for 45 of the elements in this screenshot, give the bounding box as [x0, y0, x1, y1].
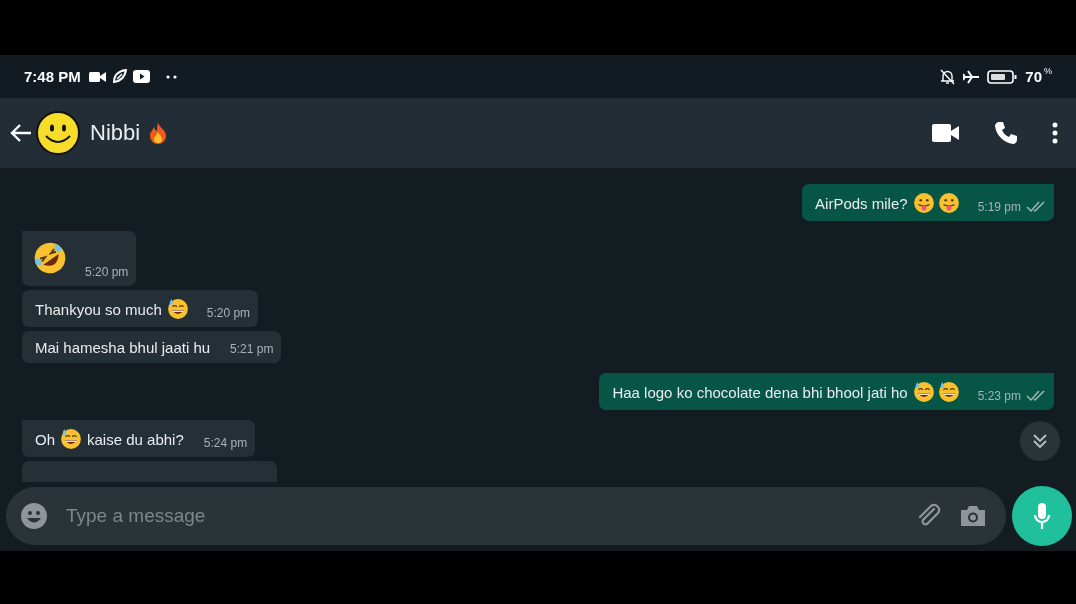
message-time: 5:19 pm [977, 200, 1021, 214]
video-camera-icon [88, 70, 106, 83]
message-time: 5:21 pm [230, 342, 274, 356]
menu-icon[interactable] [1052, 122, 1058, 144]
emoji-icon[interactable] [20, 502, 48, 530]
more-notifications-icon [165, 74, 177, 79]
leaf-icon [111, 69, 127, 84]
double-check-icon [1026, 201, 1046, 213]
message-text: AirPods mile? [815, 194, 908, 212]
scroll-to-bottom-button[interactable] [1020, 421, 1060, 461]
message-time: 5:20 pm [85, 265, 129, 279]
back-arrow-icon[interactable] [10, 123, 32, 143]
sweat-smile-emoji-icon [166, 298, 189, 320]
message-composer[interactable]: Type a message [6, 487, 1006, 545]
sweat-smile-emoji-icon [60, 428, 82, 450]
message-text: kaise du abhi? [87, 430, 184, 448]
sweat-smile-emoji-icon [937, 381, 960, 403]
message-time: 5:24 pm [203, 436, 248, 450]
message-time: 5:23 pm [977, 389, 1021, 403]
contact-name[interactable]: Nibbi [90, 120, 141, 146]
tongue-out-emoji-icon [912, 192, 935, 214]
fire-icon [148, 122, 169, 144]
video-call-icon[interactable] [932, 124, 960, 142]
message-text: Mai hamesha bhul jaati hu [35, 339, 211, 356]
play-icon [132, 70, 150, 83]
tongue-out-emoji-icon [937, 192, 960, 214]
camera-icon[interactable] [960, 505, 986, 527]
microphone-icon [1033, 502, 1051, 530]
double-check-icon [1026, 390, 1046, 402]
battery-icon [987, 69, 1018, 84]
airplane-icon [963, 69, 980, 84]
clock-time: 7:48 PM [24, 68, 81, 85]
message-text: Thankyou so much [35, 300, 162, 318]
message-text: Haa logo ko chocolate dena bhi bhool jati ho [612, 383, 908, 401]
smiley-avatar[interactable] [36, 111, 80, 155]
battery-percentage: 70 [1025, 68, 1042, 85]
sweat-smile-emoji-icon [912, 381, 935, 403]
double-chevron-down-icon [1032, 433, 1048, 449]
message-input-field[interactable]: Type a message [64, 504, 898, 528]
phone-icon[interactable] [994, 121, 1018, 145]
message-time: 5:20 pm [206, 306, 251, 320]
percent-sign: % [1044, 65, 1052, 76]
message-text: Oh [35, 430, 55, 448]
muted-bell-icon [940, 68, 956, 85]
microphone-button[interactable] [1012, 486, 1072, 546]
